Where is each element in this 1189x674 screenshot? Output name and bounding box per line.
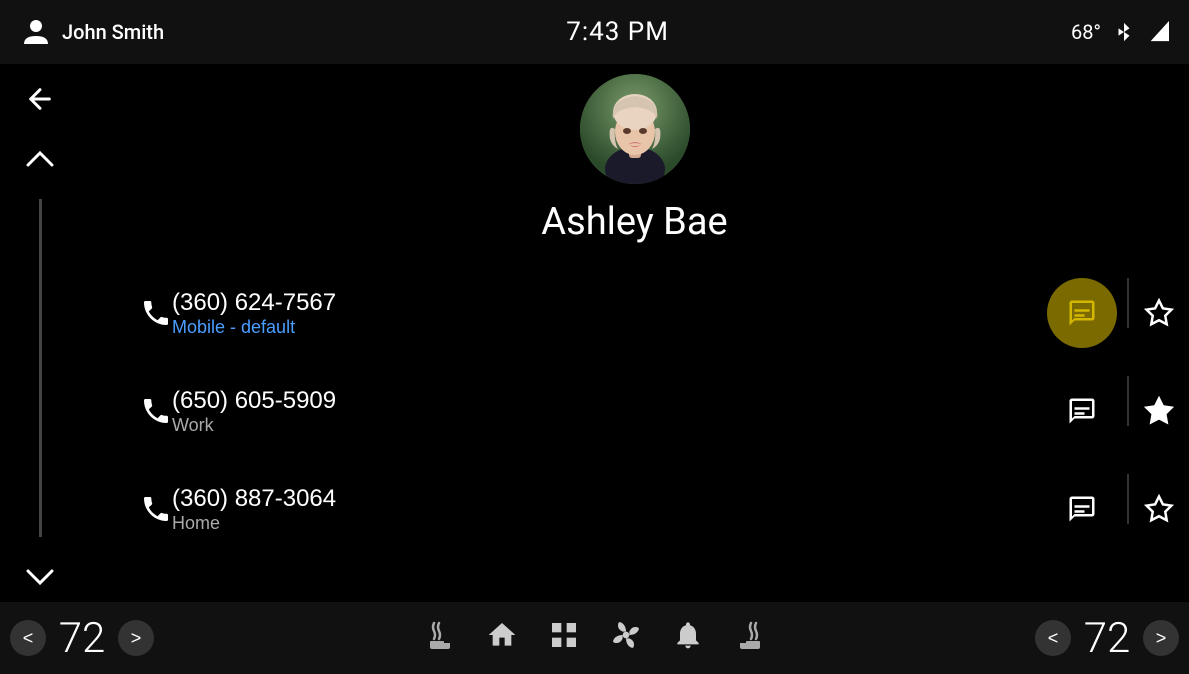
heat-seat-left-button[interactable] bbox=[424, 619, 456, 658]
phone-call-icon-2 bbox=[140, 395, 172, 427]
phone-list: (360) 624-7567 Mobile - default bbox=[80, 244, 1189, 558]
contact-avatar bbox=[580, 74, 690, 184]
right-temp-decrease[interactable]: < bbox=[1035, 620, 1071, 656]
call-button-1[interactable]: (360) 624-7567 Mobile - default bbox=[172, 289, 336, 338]
phone-item-1: (360) 624-7567 Mobile - default bbox=[140, 264, 1189, 362]
status-right: 68° bbox=[1071, 20, 1169, 44]
phone-type-3: Home bbox=[172, 513, 336, 534]
row-actions-1 bbox=[1047, 278, 1189, 348]
bluetooth-icon bbox=[1113, 21, 1135, 43]
status-bar: John Smith 7:43 PM 68° bbox=[0, 0, 1189, 64]
phone-number-2: (650) 605-5909 bbox=[172, 387, 336, 415]
favorite-button-2[interactable] bbox=[1129, 381, 1189, 441]
bell-icon bbox=[672, 619, 704, 651]
call-button-3[interactable]: (360) 887-3064 Home bbox=[172, 485, 336, 534]
temperature-display: 68° bbox=[1071, 20, 1101, 44]
home-icon bbox=[486, 619, 518, 651]
left-temp-control: < 72 > bbox=[10, 614, 154, 663]
clock: 7:43 PM bbox=[566, 17, 669, 47]
heat-seat-right-icon bbox=[734, 619, 766, 651]
grid-button[interactable] bbox=[548, 619, 580, 658]
back-button[interactable] bbox=[15, 74, 65, 124]
favorite-button-1[interactable] bbox=[1129, 283, 1189, 343]
fan-button[interactable] bbox=[610, 619, 642, 658]
contact-area: Ashley Bae (360) 624-7567 Mobile - defau… bbox=[80, 64, 1189, 602]
grid-icon bbox=[548, 619, 580, 651]
nav-icons bbox=[424, 619, 766, 658]
bottom-bar: < 72 > bbox=[0, 602, 1189, 674]
bell-button[interactable] bbox=[672, 619, 704, 658]
message-button-1[interactable] bbox=[1047, 278, 1117, 348]
user-name: John Smith bbox=[62, 20, 164, 44]
phone-call-icon-1 bbox=[140, 297, 172, 329]
time-display: 7:43 PM bbox=[566, 17, 669, 47]
person-icon bbox=[20, 16, 52, 48]
star-icon-1 bbox=[1144, 298, 1174, 328]
main-area: Ashley Bae (360) 624-7567 Mobile - defau… bbox=[0, 64, 1189, 602]
sidebar bbox=[0, 64, 80, 602]
right-temp-control: < 72 > bbox=[1035, 614, 1179, 663]
status-left: John Smith bbox=[20, 16, 164, 48]
right-temp-increase[interactable]: > bbox=[1143, 620, 1179, 656]
scroll-down-button[interactable] bbox=[15, 552, 65, 602]
star-icon-3 bbox=[1144, 494, 1174, 524]
phone-item-3: (360) 887-3064 Home bbox=[140, 460, 1189, 558]
row-actions-3 bbox=[1047, 474, 1189, 544]
left-increase-label: > bbox=[131, 628, 142, 649]
fan-icon bbox=[610, 619, 642, 651]
row-actions-2 bbox=[1047, 376, 1189, 446]
phone-type-2: Work bbox=[172, 415, 336, 436]
message-button-2[interactable] bbox=[1047, 376, 1117, 446]
heat-seat-right-button[interactable] bbox=[734, 619, 766, 658]
left-temp-decrease[interactable]: < bbox=[10, 620, 46, 656]
message-button-3[interactable] bbox=[1047, 474, 1117, 544]
phone-call-icon-3 bbox=[140, 493, 172, 525]
favorite-button-3[interactable] bbox=[1129, 479, 1189, 539]
phone-type-1: Mobile - default bbox=[172, 317, 336, 338]
sidebar-divider bbox=[39, 199, 42, 537]
chat-icon-3 bbox=[1067, 494, 1097, 524]
scroll-up-button[interactable] bbox=[15, 134, 65, 184]
left-temp-increase[interactable]: > bbox=[118, 620, 154, 656]
phone-item-2: (650) 605-5909 Work bbox=[140, 362, 1189, 460]
contact-name: Ashley Bae bbox=[541, 200, 727, 244]
right-temp-value: 72 bbox=[1077, 614, 1137, 663]
signal-icon bbox=[1147, 21, 1169, 43]
right-increase-label: > bbox=[1156, 628, 1167, 649]
home-button[interactable] bbox=[486, 619, 518, 658]
left-temp-value: 72 bbox=[52, 614, 112, 663]
phone-number-1: (360) 624-7567 bbox=[172, 289, 336, 317]
left-decrease-label: < bbox=[23, 628, 34, 649]
call-button-2[interactable]: (650) 605-5909 Work bbox=[172, 387, 336, 436]
heat-seat-left-icon bbox=[424, 619, 456, 651]
right-decrease-label: < bbox=[1048, 628, 1059, 649]
chat-icon-2 bbox=[1067, 396, 1097, 426]
phone-number-3: (360) 887-3064 bbox=[172, 485, 336, 513]
chat-icon-1 bbox=[1067, 298, 1097, 328]
star-icon-2 bbox=[1144, 396, 1174, 426]
